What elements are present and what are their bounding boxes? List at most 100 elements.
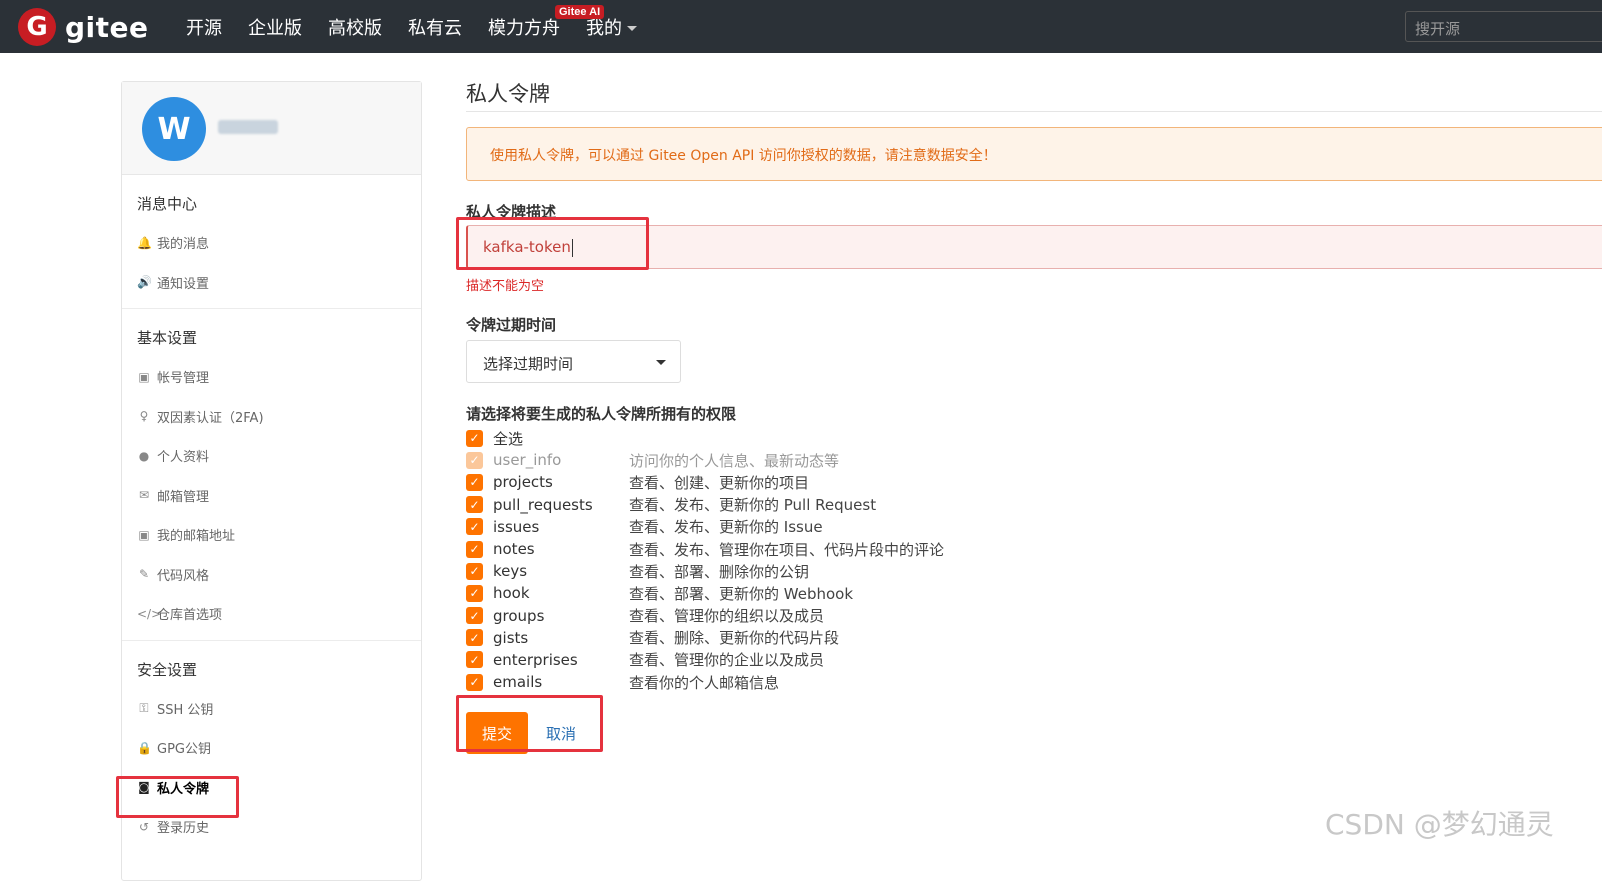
checkbox-checked-icon[interactable]: ✓ [466,451,483,469]
permission-description: 查看、部署、删除你的公钥 [629,562,810,581]
sidebar-item-label: 我的消息 [157,237,210,253]
main-content: 私人令牌 使用私人令牌，可以通过 Gitee Open API 访问你授权的数据… [456,70,1602,755]
key-icon: ⚿ [139,700,149,715]
sidebar-item-label: 通知设置 [157,276,210,292]
permission-name: issues [493,517,540,536]
nav-link-private-cloud[interactable]: 私有云 [408,14,462,40]
annotation-highlight-input [456,217,649,270]
sidebar-item-label: 个人资料 [157,450,210,466]
permission-row: ✓ notes 查看、发布、管理你在项目、代码片段中的评论 [466,538,1602,560]
security-alert: 使用私人令牌，可以通过 Gitee Open API 访问你授权的数据，请注意数… [466,127,1602,181]
permission-description: 查看、发布、管理你在项目、代码片段中的评论 [629,540,945,559]
gitee-ai-badge[interactable]: Gitee AI [555,5,605,19]
sidebar-item-label: 登录历史 [157,821,210,837]
checkbox-checked-icon[interactable]: ✓ [466,473,483,491]
sidebar-item-gpg-keys[interactable]: 🔒 GPG公钥 [122,728,421,768]
permission-description: 查看、部署、更新你的 Webhook [629,584,854,603]
permission-row: ✓ issues 查看、发布、更新你的 Issue [466,516,1602,538]
checkbox-checked-icon[interactable]: ✓ [466,540,483,558]
permissions-list: ✓ 全选 ✓ user_info 访问你的个人信息、最新动态等 ✓ projects 查看、创… [466,427,1602,693]
checkbox-checked-icon[interactable]: ✓ [466,651,483,669]
id-card-icon: ▣ [138,369,150,384]
checkbox-checked-icon[interactable]: ✓ [466,673,483,691]
permission-name: notes [493,540,535,559]
token-expiry-select[interactable]: 选择过期时间 [466,340,681,383]
sidebar-item-label: SSH 公钥 [157,702,214,718]
sidebar-item-label: GPG公钥 [157,742,211,758]
permission-row: ✓ 全选 [466,427,1602,449]
nav-link-moli-fangzhou[interactable]: 模力方舟 [488,14,560,40]
token-description-error: 描述不能为空 [466,279,545,294]
chevron-down-icon [627,26,637,31]
lock-icon: 🔒 [137,740,152,755]
sidebar-section-security: 安全设置 ⚿ SSH 公钥 🔒 GPG公钥 ◙ 私人令牌 ↺ 登录历史 [122,641,421,853]
sidebar-item-label: 邮箱管理 [157,489,210,505]
permission-name: keys [493,562,528,581]
gitee-logo-text: gitee [65,10,149,44]
permission-name: gists [493,628,529,647]
avatar[interactable]: W [142,97,206,161]
permission-description: 查看、发布、更新你的 Issue [629,518,823,537]
brush-icon: ✎ [138,567,150,582]
permission-name: hook [493,584,530,603]
speaker-icon: 🔊 [137,275,152,290]
permission-description: 查看、删除、更新你的代码片段 [629,629,840,648]
envelope-icon: ✉ [138,488,150,503]
sidebar-user-card: W [122,82,421,175]
top-navbar: G gitee 开源 企业版 高校版 私有云 模力方舟 我的 Gitee AI … [0,0,1602,53]
checkbox-checked-icon[interactable]: ✓ [466,607,483,625]
checkbox-checked-icon[interactable]: ✓ [466,584,483,602]
permission-row: ✓ emails 查看你的个人邮箱信息 [466,671,1602,693]
sidebar-item-label: 帐号管理 [157,371,210,387]
permission-name: emails [493,673,543,692]
permission-name: projects [493,473,553,492]
page-title: 私人令牌 [466,70,1602,112]
permission-description: 查看、管理你的组织以及成员 [629,607,825,626]
settings-sidebar: W 消息中心 🔔 我的消息 🔊 通知设置 基本设置 ▣ 帐号管理 ♀ 双因素认证… [121,81,422,881]
permission-description: 查看、发布、更新你的 Pull Request [629,496,877,515]
search-input[interactable]: 搜开源 [1405,11,1602,42]
sidebar-item-label: 双因素认证（2FA) [157,410,264,426]
checkbox-checked-icon[interactable]: ✓ [466,496,483,514]
sidebar-item-profile[interactable]: ● 个人资料 [122,436,421,476]
nav-link-open-source[interactable]: 开源 [186,14,222,40]
permission-description: 查看、管理你的企业以及成员 [629,651,825,670]
token-expiry-value: 选择过期时间 [483,355,574,373]
nav-link-education[interactable]: 高校版 [328,14,382,40]
nav-link-enterprise[interactable]: 企业版 [248,14,302,40]
permission-row: ✓ gists 查看、删除、更新你的代码片段 [466,627,1602,649]
user-key-icon: ♀ [139,409,149,424]
nav-link-mine-label: 我的 [586,17,622,39]
gitee-logo-icon: G [18,8,56,46]
sidebar-item-my-messages[interactable]: 🔔 我的消息 [122,223,421,263]
sidebar-section-title: 安全设置 [137,660,198,679]
permission-row: ✓ user_info 访问你的个人信息、最新动态等 [466,449,1602,471]
permission-row: ✓ hook 查看、部署、更新你的 Webhook [466,582,1602,604]
checkbox-checked-icon[interactable]: ✓ [466,629,483,647]
bell-icon: 🔔 [137,235,152,250]
sidebar-item-code-style[interactable]: ✎ 代码风格 [122,555,421,595]
permission-description: 查看、创建、更新你的项目 [629,473,810,492]
checkbox-checked-icon[interactable]: ✓ [466,518,483,536]
permission-description: 查看你的个人邮箱信息 [629,673,780,692]
permission-name: pull_requests [493,495,593,514]
sidebar-item-notification-settings[interactable]: 🔊 通知设置 [122,263,421,303]
sidebar-item-ssh-keys[interactable]: ⚿ SSH 公钥 [122,689,421,729]
permission-name: groups [493,606,545,625]
permission-row: ✓ pull_requests 查看、发布、更新你的 Pull Request [466,494,1602,516]
sidebar-item-my-email-address[interactable]: ▣ 我的邮箱地址 [122,515,421,555]
sidebar-item-label: 代码风格 [157,568,210,584]
permission-description: 访问你的个人信息、最新动态等 [629,451,840,470]
permission-row: ✓ groups 查看、管理你的组织以及成员 [466,605,1602,627]
sidebar-item-repo-preferences[interactable]: </> 仓库首选项 [122,594,421,634]
checkbox-checked-icon[interactable]: ✓ [466,562,483,580]
sidebar-item-account[interactable]: ▣ 帐号管理 [122,357,421,397]
sidebar-item-2fa[interactable]: ♀ 双因素认证（2FA) [122,397,421,437]
sidebar-item-email-management[interactable]: ✉ 邮箱管理 [122,476,421,516]
checkbox-checked-icon[interactable]: ✓ [466,429,483,447]
gitee-logo[interactable]: G gitee [18,8,149,46]
chevron-down-icon [656,360,666,365]
permission-row: ✓ enterprises 查看、管理你的企业以及成员 [466,649,1602,671]
history-icon: ↺ [138,819,150,834]
sidebar-section-title: 消息中心 [137,195,198,213]
